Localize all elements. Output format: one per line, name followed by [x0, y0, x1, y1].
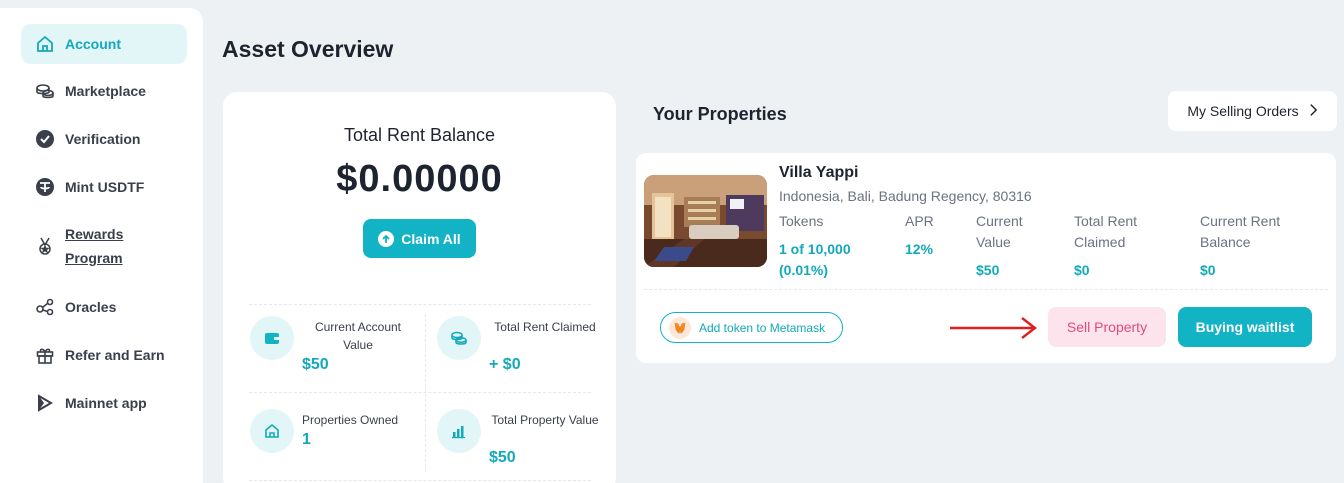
sidebar-item-label: Refer and Earn	[65, 347, 165, 363]
property-card[interactable]: Villa Yappi Indonesia, Bali, Badung Rege…	[636, 153, 1336, 363]
sidebar-item-marketplace[interactable]: Marketplace	[21, 71, 187, 111]
stat-value: $50	[302, 356, 329, 373]
tether-icon	[35, 177, 55, 197]
page-title: Asset Overview	[222, 36, 394, 62]
divider	[644, 289, 1328, 290]
annotation-arrow-icon	[950, 317, 1037, 339]
bar-chart-icon	[437, 409, 481, 453]
arrow-up-icon	[378, 230, 395, 247]
sidebar-item-label: Marketplace	[65, 83, 146, 99]
rent-balance-amount: $0.00000	[336, 158, 503, 200]
sidebar-item-label: Mainnet app	[65, 395, 147, 411]
stat-total-rent-claimed: Total Rent Claimed + $0	[437, 316, 607, 396]
metamask-label: Add token to Metamask	[699, 320, 826, 335]
column-header-current-rent-balance: Current Rent Balance	[1200, 213, 1281, 250]
rent-balance-card: Total Rent Balance $0.00000 Claim All Cu…	[223, 92, 616, 483]
sell-property-button[interactable]: Sell Property	[1048, 307, 1166, 347]
sidebar-item-account[interactable]: Account	[21, 24, 187, 64]
column-value-current-value: $50	[976, 262, 1000, 278]
medal-icon	[35, 236, 55, 256]
my-selling-orders-button[interactable]: My Selling Orders	[1168, 91, 1337, 131]
stat-label: Current Account Value	[314, 320, 402, 352]
column-value-current-rent-balance: $0	[1200, 262, 1216, 278]
share-nodes-icon	[35, 297, 55, 317]
stat-properties-owned: Properties Owned 1	[250, 409, 420, 483]
column-value-tokens: 1 of 10,000 (0.01%)	[779, 241, 851, 278]
column-header-total-rent-claimed: Total Rent Claimed	[1074, 213, 1138, 250]
my-selling-orders-label: My Selling Orders	[1187, 103, 1299, 119]
sidebar-item-label: Oracles	[65, 299, 117, 315]
gift-icon	[35, 345, 55, 365]
sidebar-item-mainnet-app[interactable]: Mainnet app	[21, 383, 187, 423]
sidebar-item-rewards-program[interactable]: Rewards Program	[21, 220, 187, 272]
stat-total-property-value: Total Property Value $50	[437, 409, 607, 483]
wallet-icon	[250, 316, 294, 360]
column-value-apr: 12%	[905, 241, 934, 257]
home-icon	[250, 409, 294, 453]
coins-icon	[35, 81, 55, 101]
sidebar-item-refer-and-earn[interactable]: Refer and Earn	[21, 335, 187, 375]
property-image	[644, 175, 767, 267]
divider	[249, 304, 591, 305]
rent-balance-title: Total Rent Balance	[343, 125, 496, 145]
column-header-apr: APR	[905, 213, 934, 229]
stat-value: 1	[302, 431, 311, 448]
stat-value: + $0	[489, 356, 521, 373]
coins-icon	[437, 316, 481, 360]
sidebar-item-oracles[interactable]: Oracles	[21, 287, 187, 327]
add-token-to-metamask-button[interactable]: Add token to Metamask	[660, 312, 843, 343]
stat-label: Total Property Value	[491, 413, 599, 427]
sidebar-item-verification[interactable]: Verification	[21, 119, 187, 159]
sidebar-item-mint-usdtf[interactable]: Mint USDTF	[21, 167, 187, 207]
sidebar: Account Marketplace Verification Mint US…	[0, 8, 203, 483]
property-name[interactable]: Villa Yappi	[779, 164, 858, 182]
property-location: Indonesia, Bali, Badung Regency, 80316	[779, 188, 1032, 204]
stat-value: $50	[489, 449, 516, 466]
stat-current-account-value: Current Account Value $50	[250, 316, 420, 396]
buying-waitlist-button[interactable]: Buying waitlist	[1178, 307, 1312, 347]
sidebar-item-label: Verification	[65, 131, 141, 147]
sidebar-item-label: Mint USDTF	[65, 179, 145, 195]
claim-all-button[interactable]: Claim All	[363, 219, 476, 258]
sidebar-item-label: Rewards Program	[65, 226, 124, 266]
metamask-fox-icon	[669, 316, 691, 339]
chevron-right-icon	[1309, 103, 1318, 120]
column-value-total-rent-claimed: $0	[1074, 262, 1090, 278]
your-properties-title: Your Properties	[653, 104, 787, 124]
column-header-current-value: Current Value	[976, 213, 1023, 250]
divider	[425, 314, 426, 472]
mainnet-icon	[35, 393, 55, 413]
stat-label: Total Rent Claimed	[494, 320, 596, 334]
stat-label: Properties Owned	[302, 413, 399, 427]
check-badge-icon	[35, 129, 55, 149]
sidebar-item-label: Account	[65, 36, 121, 52]
column-header-tokens: Tokens	[779, 213, 824, 229]
home-icon	[35, 34, 55, 54]
claim-all-label: Claim All	[401, 230, 461, 247]
